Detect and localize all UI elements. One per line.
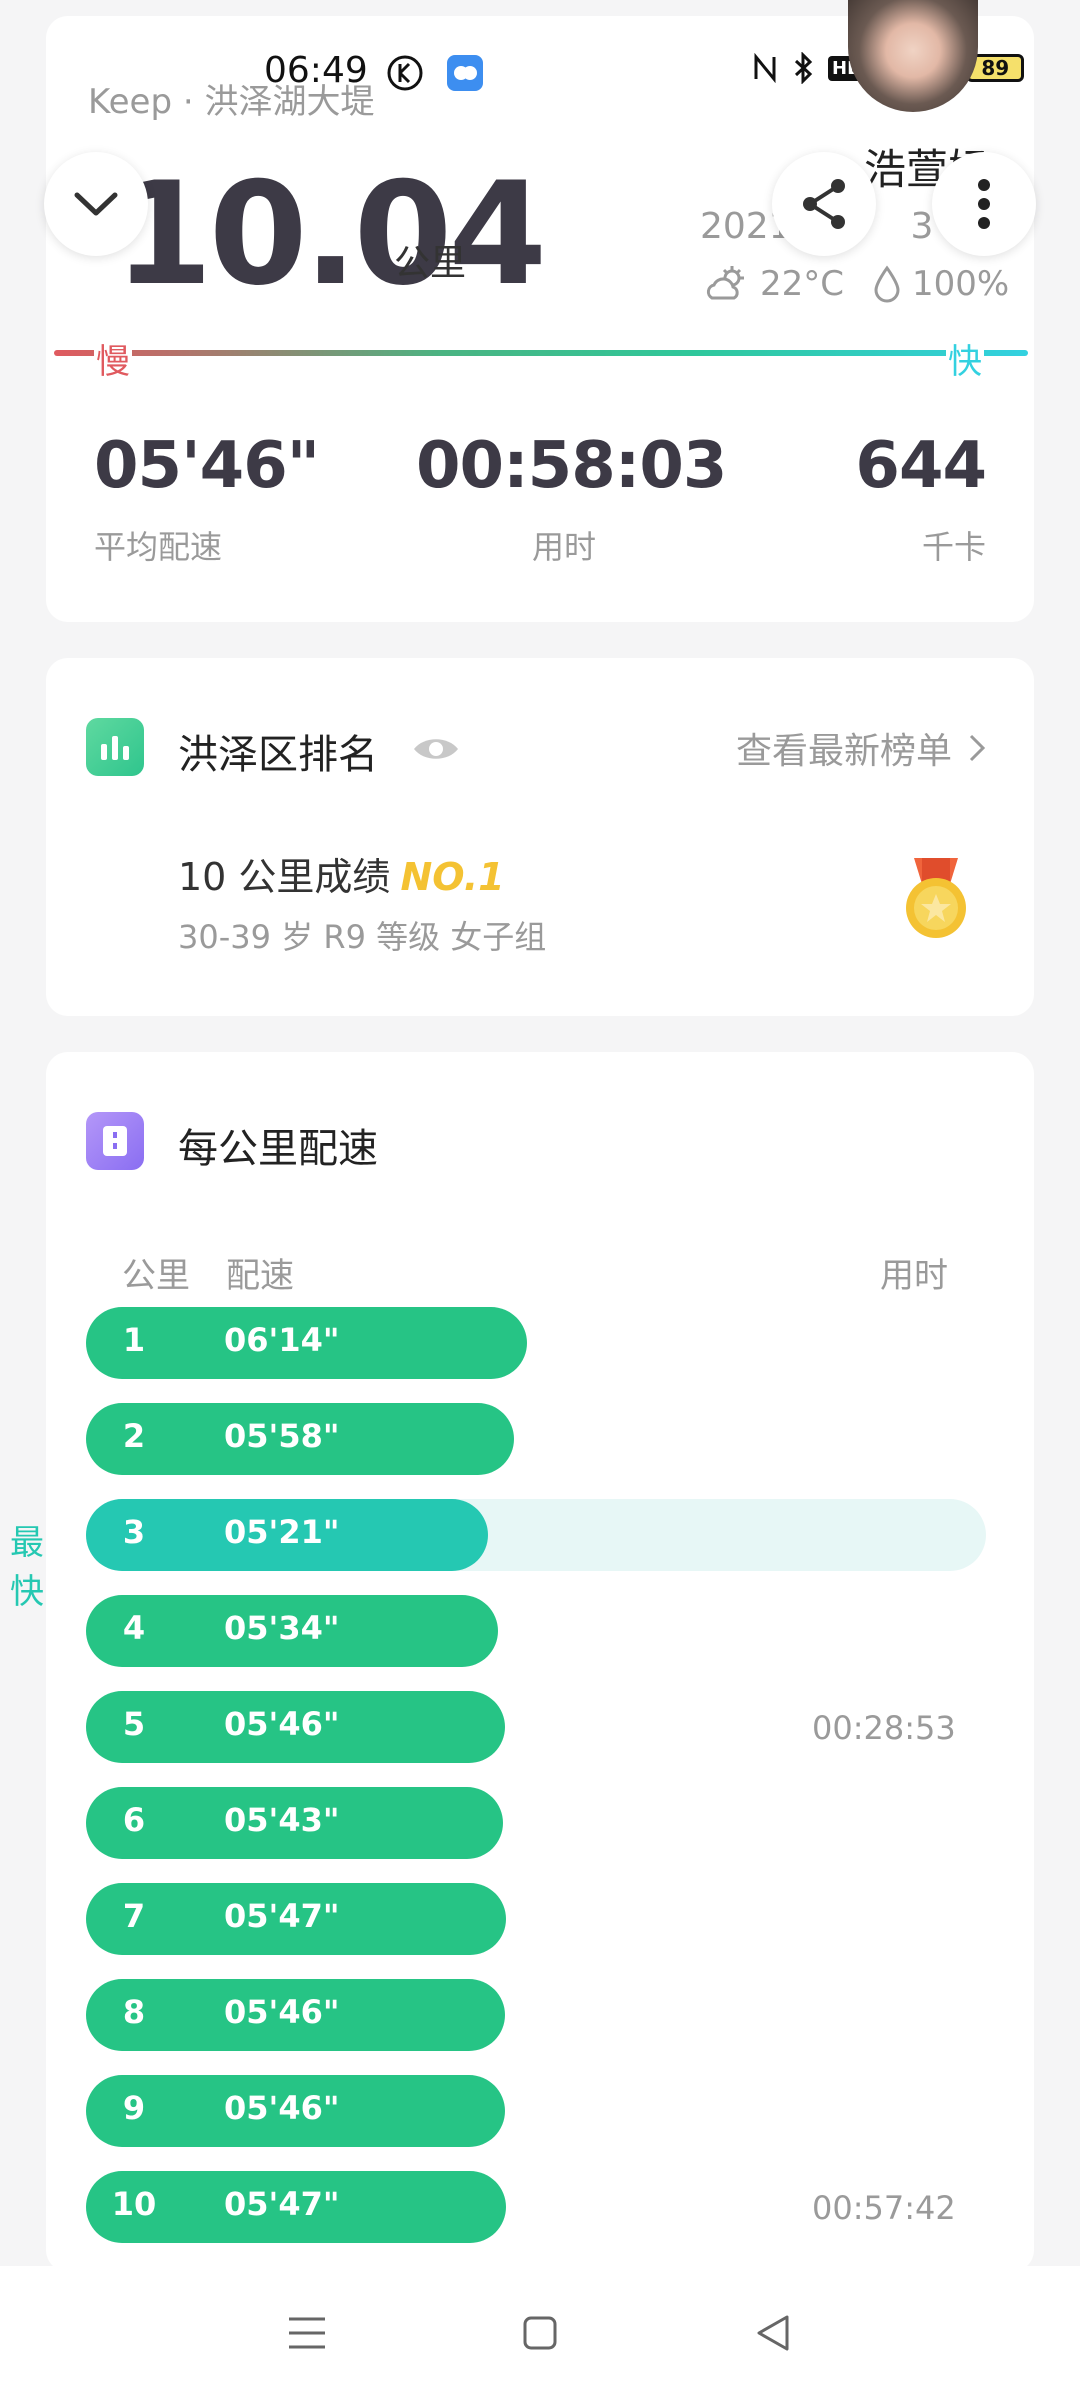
duration-label: 用时 <box>531 528 596 566</box>
split-km: 8 <box>122 1993 146 2031</box>
calories-label: 千卡 <box>921 528 986 566</box>
split-pace: 05'34" <box>224 1609 340 1647</box>
more-vertical-icon <box>978 179 990 229</box>
split-pace: 05'21" <box>224 1513 340 1551</box>
splits-title: 每公里配速 <box>178 1126 378 1172</box>
back-nav-button[interactable] <box>743 2303 803 2363</box>
battery-level: 89 <box>981 56 1010 80</box>
view-leaderboard-link[interactable]: 查看最新榜单 <box>736 722 986 774</box>
ranking-card[interactable]: 洪泽区排名 查看最新榜单 10 公里成绩 NO.1 30-39 岁 R9 等级 女… <box>46 658 1034 1016</box>
avg-pace-value: 05'46" <box>94 429 320 503</box>
duration-value: 00:58:03 <box>416 429 727 503</box>
bluetooth-icon <box>794 52 813 84</box>
split-km: 1 <box>122 1321 146 1359</box>
split-km: 3 <box>122 1513 146 1551</box>
gold-medal-icon <box>906 858 966 938</box>
split-km: 7 <box>122 1897 146 1935</box>
splits-card: 每公里配速 公里 配速 用时 1 06'14" 2 05'58" 3 05'21" 最快 4 0… <box>10 1052 1034 2272</box>
collapse-button[interactable] <box>44 152 148 256</box>
system-nav-bar <box>0 2266 1080 2400</box>
ranking-number: NO.1 <box>400 855 505 899</box>
temperature: 22°C <box>760 264 845 304</box>
share-button[interactable] <box>772 152 876 256</box>
split-cumulative-time: 00:28:53 <box>812 1709 956 1747</box>
chevron-down-icon <box>74 192 118 216</box>
share-icon <box>803 179 845 229</box>
split-pace: 06'14" <box>224 1321 340 1359</box>
status-app-icons <box>386 54 484 92</box>
ranking-title: 洪泽区排名 <box>178 732 378 778</box>
split-pace: 05'46" <box>224 2089 340 2127</box>
split-km: 10 <box>111 2185 157 2223</box>
calories-value: 644 <box>855 429 987 503</box>
split-pace: 05'47" <box>224 2185 340 2223</box>
pace-gradient-bar <box>54 350 1028 356</box>
distance-unit: 公里 <box>394 243 467 284</box>
split-pace: 05'47" <box>224 1897 340 1935</box>
split-pace: 05'58" <box>224 1417 340 1455</box>
distance-value: 10.04 <box>114 152 547 317</box>
nfc-icon <box>754 53 776 83</box>
home-nav-button[interactable] <box>510 2303 570 2363</box>
view-leaderboard-label: 查看最新榜单 <box>735 731 952 772</box>
split-pace: 05'46" <box>224 1993 340 2031</box>
menu-icon <box>288 2317 325 2349</box>
duration-stat: 00:58:03 用时 <box>416 429 727 568</box>
humidity: 100% <box>912 264 1010 304</box>
chevron-right-icon <box>969 734 986 762</box>
col-time-header: 用时 <box>880 1256 948 1296</box>
slow-label: 慢 <box>94 334 132 383</box>
humidity-drop-icon <box>874 265 900 303</box>
fastest-tag: 最快 <box>10 1523 44 1612</box>
split-km: 6 <box>122 1801 146 1839</box>
split-km: 5 <box>122 1705 146 1743</box>
k-app-icon <box>387 55 423 91</box>
split-pace: 05'46" <box>224 1705 340 1743</box>
weather-info: 22°C 100% <box>706 264 1009 304</box>
summary-card: Keep · 洪泽湖大堤 10.04 公里 浩萱妈 2021 3 06 22°C… <box>46 16 1034 622</box>
chat-app-icon <box>447 55 483 91</box>
home-square-icon <box>523 2316 557 2350</box>
status-time: 06:49 <box>264 50 368 91</box>
split-pace: 05'43" <box>224 1801 340 1839</box>
calories-stat: 644 千卡 <box>855 429 987 568</box>
more-button[interactable] <box>932 152 1036 256</box>
col-km-header: 公里 <box>122 1256 190 1296</box>
split-cumulative-time: 00:57:42 <box>812 2189 956 2227</box>
ranking-group: 30-39 岁 R9 等级 女子组 <box>178 918 547 956</box>
ranking-score: 10 公里成绩 NO.1 <box>178 846 505 901</box>
split-km: 2 <box>122 1417 146 1455</box>
cloudy-sun-icon <box>706 266 744 300</box>
fast-label: 快 <box>946 334 984 383</box>
eye-icon[interactable] <box>412 734 460 764</box>
menu-nav-button[interactable] <box>277 2303 337 2363</box>
avg-pace-stat: 05'46" 平均配速 <box>94 429 320 568</box>
ranking-score-label: 10 公里成绩 <box>178 855 391 899</box>
ranking-chart-icon <box>86 718 144 776</box>
back-triangle-icon <box>757 2315 789 2351</box>
split-km: 4 <box>122 1609 146 1647</box>
col-pace-header: 配速 <box>226 1256 294 1296</box>
avg-pace-label: 平均配速 <box>94 528 223 566</box>
road-icon <box>86 1112 144 1170</box>
split-km: 9 <box>122 2089 146 2127</box>
